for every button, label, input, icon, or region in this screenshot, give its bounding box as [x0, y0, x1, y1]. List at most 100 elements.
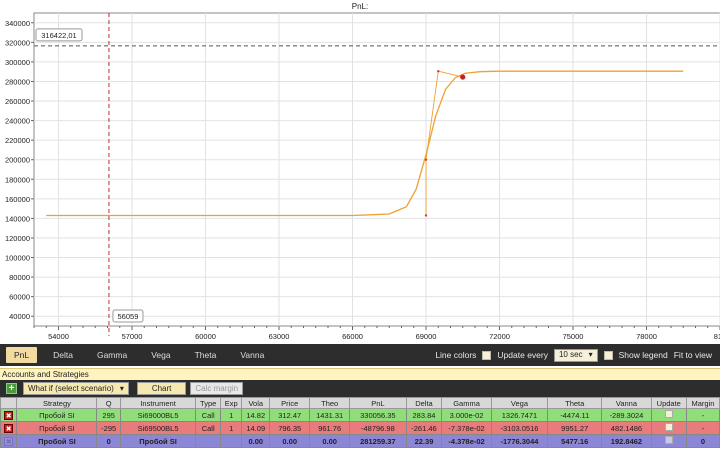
header-update[interactable]: Update — [650, 397, 687, 409]
chart-button[interactable]: Chart — [136, 382, 187, 395]
y-tick-label: 240000 — [5, 117, 30, 126]
delete-icon[interactable]: ✖ — [4, 436, 14, 446]
y-tick-label: 140000 — [5, 214, 30, 223]
cell-vega: -1776.3044 — [490, 434, 549, 448]
header-pnl[interactable]: PnL — [349, 397, 407, 409]
tab-pnl[interactable]: PnL — [6, 347, 38, 363]
cell-exp: 1 — [220, 421, 243, 435]
y-tick-label: 160000 — [5, 195, 30, 204]
header-strategy[interactable]: Strategy — [16, 397, 98, 409]
delete-icon[interactable]: ✖ — [4, 423, 14, 433]
data-point — [460, 74, 466, 80]
add-strategy-button[interactable]: + — [6, 383, 17, 394]
update-every-checkbox[interactable] — [482, 350, 492, 360]
header-type[interactable]: Type — [195, 397, 222, 409]
interval-value: 10 sec — [558, 350, 583, 359]
accounts-section-title: Accounts and Strategies — [0, 368, 720, 380]
cell-vola: 14.82 — [241, 408, 271, 422]
y-tick-label: 200000 — [5, 156, 30, 165]
cell-type — [195, 434, 222, 448]
header-vega[interactable]: Vega — [490, 397, 549, 409]
header-delta[interactable]: Delta — [405, 397, 443, 409]
chevron-down-icon: ▾ — [588, 350, 593, 359]
tab-delta[interactable]: Delta — [45, 347, 81, 363]
cell-theo: 1431.31 — [309, 408, 351, 422]
tab-theta[interactable]: Theta — [187, 347, 225, 363]
crosshair-x-readout: 56059 — [118, 312, 139, 321]
cell-exp — [220, 434, 243, 448]
toolbar-options: Line colors Update every 10 sec ▾ Show l… — [435, 344, 712, 366]
cell-type: Call — [195, 421, 222, 435]
interval-select[interactable]: 10 sec ▾ — [553, 348, 598, 362]
fit-to-view-button[interactable]: Fit to view — [674, 350, 712, 360]
cell-instrument: Si69500BL5 — [119, 421, 197, 435]
header-theta[interactable]: Theta — [547, 397, 603, 409]
show-legend-checkbox[interactable] — [603, 350, 613, 360]
cell-instrument: Пробой SI — [119, 434, 197, 448]
cell-vola: 0.00 — [241, 434, 271, 448]
x-tick-label: 66000 — [342, 332, 363, 341]
y-tick-label: 340000 — [5, 19, 30, 28]
cell-strategy: Пробой SI — [16, 408, 98, 422]
show-legend-label: Show legend — [618, 350, 668, 360]
header-vanna[interactable]: Vanna — [601, 397, 652, 409]
y-tick-label: 320000 — [5, 38, 30, 47]
tab-vega[interactable]: Vega — [143, 347, 178, 363]
y-tick-label: 280000 — [5, 77, 30, 86]
strategies-table: Strategy Q Instrument Type Exp Vola Pric… — [0, 397, 720, 448]
cell-q: -295 — [96, 421, 121, 435]
cell-theta: 5477.16 — [547, 434, 603, 448]
scenario-select[interactable]: What if (select scenario) ▾ — [23, 382, 129, 395]
header-q[interactable]: Q — [96, 397, 121, 409]
header-instrument[interactable]: Instrument — [119, 397, 197, 409]
pnl-chart[interactable]: PnL: 40000 60000 80000 100000 120000 140000 160… — [0, 0, 720, 344]
x-tick-label: 72000 — [489, 332, 510, 341]
chart-svg: PnL: 40000 60000 80000 100000 120000 140000 160… — [5, 2, 720, 341]
cell-theta: 9951.27 — [547, 421, 603, 435]
y-tick-label: 80000 — [9, 273, 30, 282]
cell-delta: 22.39 — [405, 434, 443, 448]
x-tick-label: 57000 — [122, 332, 143, 341]
cell-theta: -4474.11 — [547, 408, 603, 422]
tab-vanna[interactable]: Vanna — [232, 347, 272, 363]
x-tick-label: 78000 — [636, 332, 657, 341]
accounts-toolbar: + What if (select scenario) ▾ Chart Calc… — [0, 380, 720, 397]
cell-pnl: -48796.98 — [349, 421, 407, 435]
y-tick-label: 300000 — [5, 58, 30, 67]
x-tick-label: 75000 — [563, 332, 584, 341]
table-row[interactable]: ✖ Пробой SI 295 Si69000BL5 Call 1 14.82 312.47 1… — [0, 408, 720, 422]
update-checkbox[interactable] — [664, 436, 673, 444]
chart-toolbar: PnL Delta Gamma Vega Theta Vanna Line co… — [0, 344, 720, 366]
cell-price: 796.35 — [269, 421, 311, 435]
table-row[interactable]: ✖ Пробой SI 0 Пробой SI 0.00 0.00 0.00 281259.3… — [0, 434, 720, 448]
tab-gamma[interactable]: Gamma — [89, 347, 135, 363]
header-gamma[interactable]: Gamma — [441, 397, 492, 409]
update-every-label: Update every — [497, 350, 548, 360]
line-colors-link[interactable]: Line colors — [435, 350, 476, 360]
update-checkbox[interactable] — [664, 410, 673, 418]
cell-strategy: Пробой SI — [16, 434, 98, 448]
header-exp[interactable]: Exp — [220, 397, 243, 409]
cell-pnl: 330056.35 — [349, 408, 407, 422]
calc-margin-button[interactable]: Calc margin — [190, 382, 244, 395]
cell-gamma: -7.378e-02 — [441, 421, 492, 435]
x-tick-label: 63000 — [269, 332, 290, 341]
cell-vola: 14.09 — [241, 421, 271, 435]
cell-type: Call — [195, 408, 222, 422]
header-theo[interactable]: Theo — [309, 397, 351, 409]
table-row[interactable]: ✖ Пробой SI -295 Si69500BL5 Call 1 14.09 796.35… — [0, 421, 720, 435]
scenario-value: What if (select scenario) — [28, 383, 114, 393]
header-delete — [0, 397, 18, 409]
y-tick-label: 220000 — [5, 136, 30, 145]
delete-cell: ✖ — [0, 434, 18, 448]
table-header-row: Strategy Q Instrument Type Exp Vola Pric… — [0, 397, 720, 409]
data-point — [437, 69, 440, 73]
y-tick-label: 60000 — [9, 293, 30, 302]
update-checkbox[interactable] — [664, 423, 673, 431]
cell-price: 0.00 — [269, 434, 311, 448]
header-margin[interactable]: Margin — [685, 397, 720, 409]
cell-vanna: 482.1486 — [601, 421, 652, 435]
header-price[interactable]: Price — [269, 397, 311, 409]
delete-icon[interactable]: ✖ — [4, 410, 14, 420]
header-vola[interactable]: Vola — [241, 397, 271, 409]
